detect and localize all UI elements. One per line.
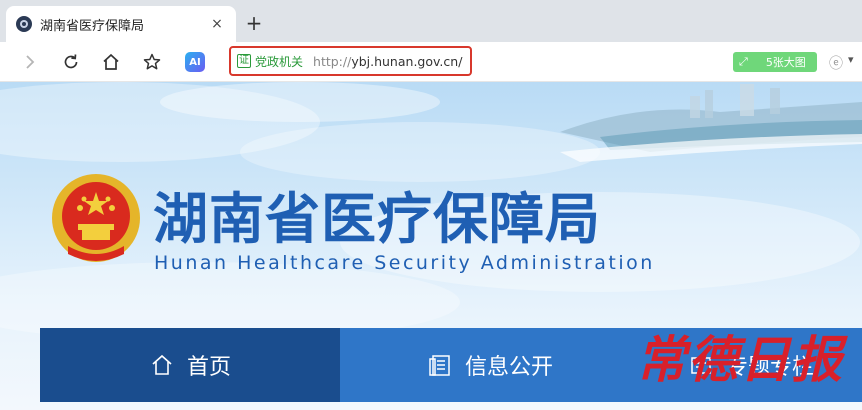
- browser-toolbar: AI 证 党政机关 http://ybj.hunan.gov.cn/ ⤢ 5张大…: [0, 42, 862, 82]
- url-text[interactable]: http://ybj.hunan.gov.cn/: [313, 54, 462, 69]
- certificate-badge-icon[interactable]: 证: [237, 54, 251, 68]
- expand-icon: ⤢: [739, 55, 748, 68]
- tab-close-icon[interactable]: ×: [208, 15, 226, 33]
- chevron-down-icon[interactable]: ▾: [848, 53, 862, 69]
- site-favicon-icon: [16, 16, 32, 32]
- url-host: ybj.hunan.gov.cn/: [351, 53, 463, 69]
- forward-icon[interactable]: [18, 50, 42, 74]
- tab-strip: 湖南省医疗保障局 × +: [0, 0, 862, 42]
- url-protocol: http://: [313, 53, 352, 69]
- nav-item-info-disclosure[interactable]: 信息公开: [340, 328, 640, 402]
- site-title: 湖南省医疗保障局: [153, 186, 602, 251]
- tab-title: 湖南省医疗保障局: [40, 18, 145, 34]
- national-emblem-icon: [52, 174, 140, 262]
- certificate-label: 党政机关: [255, 54, 304, 69]
- site-subtitle: Hunan Healthcare Security Administration: [154, 252, 655, 274]
- nav-label-home: 首页: [186, 355, 231, 380]
- newspaper-watermark: 常德日报: [636, 330, 844, 389]
- nav-label-info-disclosure: 信息公开: [464, 355, 553, 380]
- site-banner: 湖南省医疗保障局 Hunan Healthcare Security Admin…: [0, 82, 862, 410]
- document-icon: [429, 355, 450, 376]
- new-tab-button[interactable]: +: [242, 11, 266, 35]
- big-image-label: 5张大图: [765, 56, 806, 69]
- ie-mode-icon[interactable]: ⓔ: [829, 53, 845, 72]
- bookmark-star-icon[interactable]: [140, 50, 164, 74]
- home-icon: [152, 354, 172, 375]
- nav-item-home[interactable]: 首页: [40, 328, 340, 402]
- browser-tab[interactable]: 湖南省医疗保障局 ×: [6, 6, 236, 42]
- address-bar[interactable]: 证 党政机关 http://ybj.hunan.gov.cn/: [229, 46, 472, 76]
- home-icon[interactable]: [99, 50, 123, 74]
- ai-assistant-icon[interactable]: AI: [185, 52, 205, 72]
- big-image-button[interactable]: ⤢ 5张大图: [733, 52, 817, 72]
- reload-icon[interactable]: [59, 50, 83, 74]
